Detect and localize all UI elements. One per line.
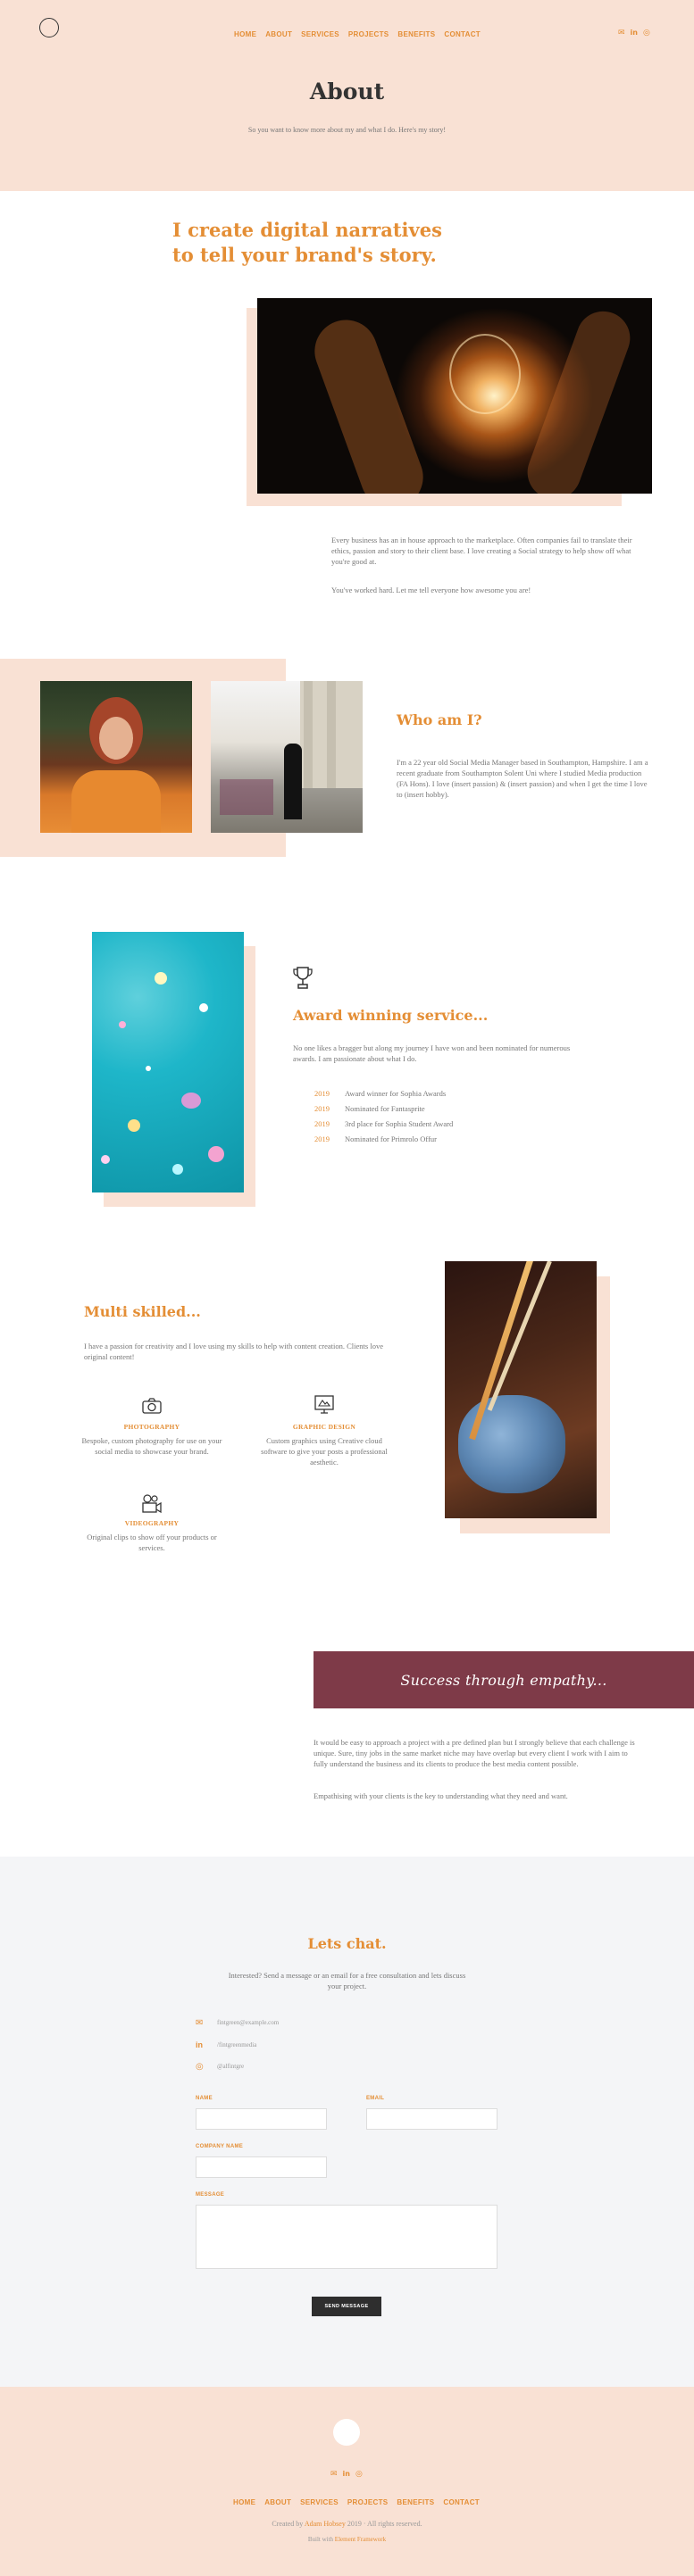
awards-heading: Award winning service... xyxy=(293,1007,489,1024)
contact-heading: Lets chat. xyxy=(307,1935,387,1952)
framework-link[interactable]: Element Framework xyxy=(335,2536,386,2543)
design-icon xyxy=(253,1394,396,1416)
who-heading: Who am I? xyxy=(397,711,482,728)
footer-social: ✉ in ◎ xyxy=(325,2463,363,2480)
contact-email-row[interactable]: ✉ fintgreen@example.com xyxy=(196,2017,279,2028)
page-title: About xyxy=(309,79,385,104)
footer-credit: Created by Adam Hobsey 2019 · All rights… xyxy=(272,2520,422,2528)
awards-list: 2019 Award winner for Sophia Awards 2019 N… xyxy=(314,1083,582,1143)
award-item: 2019 Award winner for Sophia Awards xyxy=(314,1089,447,1098)
email-field[interactable] xyxy=(366,2108,498,2130)
footer-author-link[interactable]: Adam Hobsey xyxy=(305,2520,346,2528)
email-label: EMAIL xyxy=(366,2096,385,2101)
message-label: MESSAGE xyxy=(196,2192,225,2198)
footer-nav-contact[interactable]: CONTACT xyxy=(443,2498,480,2506)
instagram-icon[interactable]: ◎ xyxy=(643,29,650,37)
intro-paragraph-2: You've worked hard. Let me tell everyone… xyxy=(331,586,531,594)
footer-nav-about[interactable]: ABOUT xyxy=(264,2498,291,2506)
empathy-banner-text: Success through empathy... xyxy=(400,1671,607,1689)
name-label: NAME xyxy=(196,2096,213,2101)
envelope-icon: ✉ xyxy=(196,2017,204,2028)
nav-services[interactable]: SERVICES xyxy=(301,30,339,38)
contact-paragraph: Interested? Send a message or an email f… xyxy=(228,1971,466,1990)
nav-projects[interactable]: PROJECTS xyxy=(348,30,389,38)
name-field[interactable] xyxy=(196,2108,327,2130)
logo[interactable] xyxy=(39,18,59,37)
footer-nav: HOME ABOUT SERVICES PROJECTS BENEFITS CONTACT xyxy=(233,2491,489,2508)
portrait-image xyxy=(40,681,192,833)
footer-logo[interactable] xyxy=(333,2419,360,2446)
empathy-paragraph-2: Empathising with your clients is the key… xyxy=(314,1791,568,1800)
hero-section: HOME ABOUT SERVICES PROJECTS BENEFITS CONTACT… xyxy=(0,0,694,191)
trophy-icon xyxy=(293,966,313,991)
instagram-icon[interactable]: ◎ xyxy=(355,2470,363,2479)
lightbulb-image xyxy=(257,298,652,494)
footer-nav-projects[interactable]: PROJECTS xyxy=(347,2498,389,2506)
message-field[interactable] xyxy=(196,2205,498,2269)
empathy-paragraph-1: It would be easy to approach a project w… xyxy=(314,1738,635,1768)
award-item: 2019 Nominated for Fantasprite xyxy=(314,1104,425,1113)
who-paragraph: I'm a 22 year old Social Media Manager b… xyxy=(397,758,648,799)
skill-graphic-design: GRAPHIC DESIGN Custom graphics using Cre… xyxy=(253,1394,396,1467)
instagram-icon: ◎ xyxy=(196,2061,204,2072)
nav-contact[interactable]: CONTACT xyxy=(444,30,481,38)
page-subtitle: So you want to know more about my and wh… xyxy=(247,126,447,134)
skills-paragraph: I have a passion for creativity and I lo… xyxy=(84,1342,383,1361)
awards-paragraph: No one likes a bragger but along my jour… xyxy=(293,1043,571,1063)
footer-built: Built with Element Framework xyxy=(307,2536,387,2543)
send-message-button[interactable]: SEND MESSAGE xyxy=(312,2297,381,2316)
skill-videography: VIDEOGRAPHY Original clips to show off y… xyxy=(80,1494,223,1553)
intro-paragraph-1: Every business has an in house approach … xyxy=(331,536,632,566)
nav-about[interactable]: ABOUT xyxy=(265,30,292,38)
envelope-icon[interactable]: ✉ xyxy=(330,2470,338,2479)
envelope-icon[interactable]: ✉ xyxy=(618,29,625,37)
footer-nav-services[interactable]: SERVICES xyxy=(300,2498,339,2506)
award-item: 2019 Nominated for Primrolo Offur xyxy=(314,1134,438,1143)
contact-instagram-row[interactable]: ◎ @alfintgre xyxy=(196,2061,244,2072)
camera-icon xyxy=(80,1398,223,1416)
header-social: ✉ in ◎ xyxy=(613,21,650,38)
skills-heading: Multi skilled... xyxy=(84,1303,201,1320)
footer xyxy=(0,2387,694,2576)
linkedin-icon: in xyxy=(196,2040,203,2049)
paintbrush-image xyxy=(445,1261,597,1518)
confetti-image xyxy=(92,932,244,1192)
nav-home[interactable]: HOME xyxy=(234,30,256,38)
linkedin-icon[interactable]: in xyxy=(343,2470,350,2478)
award-item: 2019 3rd place for Sophia Student Award xyxy=(314,1119,454,1128)
footer-nav-home[interactable]: HOME xyxy=(233,2498,255,2506)
skill-photography: PHOTOGRAPHY Bespoke, custom photography … xyxy=(80,1398,223,1457)
linkedin-icon[interactable]: in xyxy=(631,29,638,37)
nav-benefits[interactable]: BENEFITS xyxy=(397,30,435,38)
contact-linkedin-row[interactable]: in /fintgreenmedia xyxy=(196,2040,256,2050)
company-label: COMPANY NAME xyxy=(196,2144,244,2149)
graduation-image xyxy=(211,681,363,833)
intro-heading: I create digital narratives to tell your… xyxy=(172,219,442,266)
empathy-banner: Success through empathy... xyxy=(314,1651,694,1708)
main-nav: HOME ABOUT SERVICES PROJECTS BENEFITS CONTACT xyxy=(234,23,489,40)
footer-nav-benefits[interactable]: BENEFITS xyxy=(397,2498,434,2506)
company-field[interactable] xyxy=(196,2156,327,2178)
video-camera-icon xyxy=(80,1494,223,1514)
